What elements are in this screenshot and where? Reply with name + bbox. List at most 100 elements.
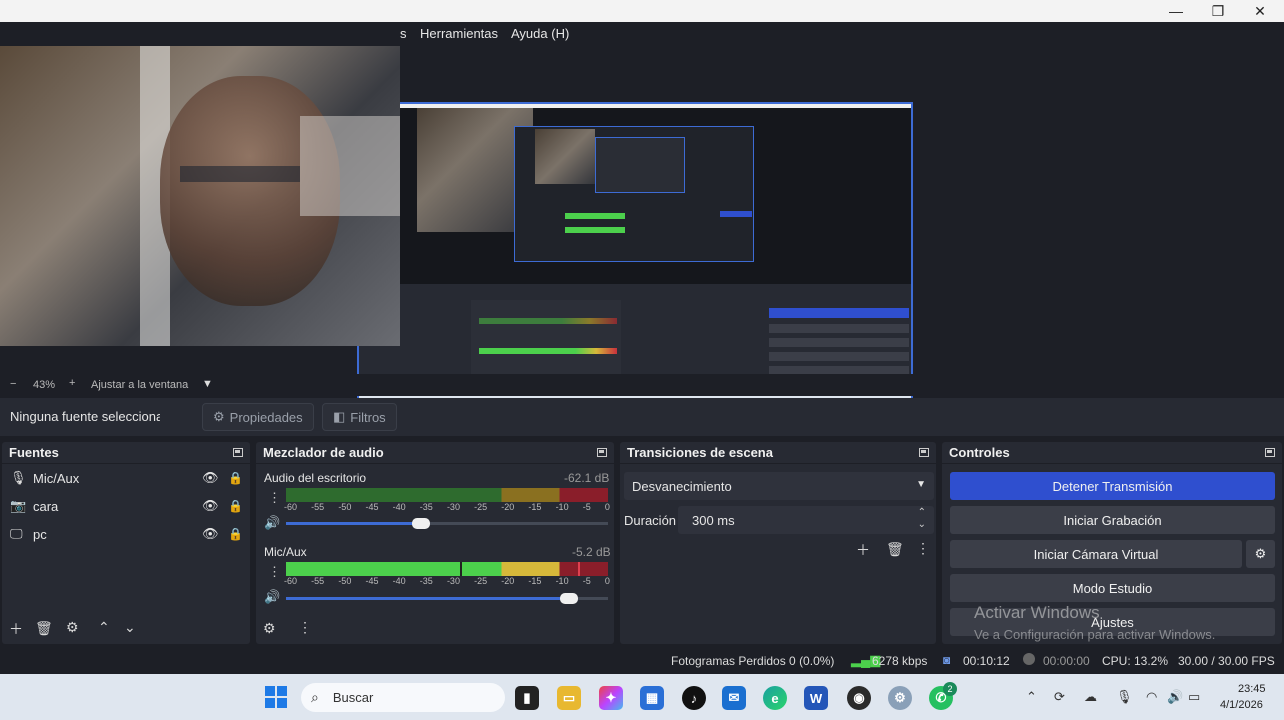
stream-icon: ◙ (943, 653, 951, 667)
channel-menu-icon[interactable]: ⋮ (268, 564, 281, 580)
move-up-icon[interactable]: ⌃ (98, 619, 110, 636)
channel-name-desktop: Audio del escritorio (264, 471, 367, 485)
windows-start-icon[interactable] (265, 686, 287, 708)
activate-windows-watermark: Activar Windows (974, 603, 1100, 622)
visibility-eye-icon[interactable]: 👁 (202, 470, 219, 486)
undock-icon[interactable] (919, 448, 929, 457)
volume-slider-desktop[interactable] (286, 518, 608, 529)
scene-transitions-dock: Transiciones de escena Desvanecimiento ▼… (620, 442, 936, 644)
store-icon[interactable]: ▦ (640, 686, 664, 710)
meter-desktop (286, 488, 608, 502)
source-item-pc[interactable]: 🖵 pc 👁 🔒 (2, 520, 250, 548)
maximize-button[interactable]: ❐ (1196, 0, 1240, 22)
source-toolbar: Ninguna fuente seleccionada ⚙Propiedades… (0, 398, 1284, 436)
channel-menu-icon[interactable]: ⋮ (268, 490, 281, 506)
cpu-usage: CPU: 13.2% (1102, 654, 1169, 668)
visibility-eye-icon[interactable]: 👁 (202, 498, 219, 514)
start-virtual-camera-button[interactable]: Iniciar Cámara Virtual (950, 540, 1242, 568)
stepper-icon[interactable]: ⌃ ⌄ (918, 507, 926, 531)
properties-button[interactable]: ⚙ Propiedades (202, 403, 314, 431)
show-hidden-icons-chevron-icon[interactable]: ⌃ (1026, 689, 1037, 705)
clock-date[interactable]: 4/1/2026 (1220, 699, 1263, 711)
undock-icon[interactable] (233, 448, 243, 457)
preview-canvas[interactable] (0, 46, 1284, 414)
source-item-micaux[interactable]: 🎙 Mic/Aux 👁 🔒 (2, 464, 250, 492)
outlook-icon[interactable]: ✉ (722, 686, 746, 710)
edge-icon[interactable]: e (763, 686, 787, 710)
microphone-icon: 🎙 (10, 470, 27, 485)
slider-handle[interactable] (412, 518, 431, 529)
trash-icon[interactable]: 🗑 (35, 620, 53, 637)
move-down-icon[interactable]: ⌄ (124, 619, 136, 636)
zoom-dropdown-arrow[interactable]: ▼ (202, 378, 213, 390)
menu-tools[interactable]: Herramientas (420, 26, 498, 41)
file-explorer-icon[interactable]: ▭ (557, 686, 581, 710)
slider-handle[interactable] (560, 593, 579, 604)
undock-icon[interactable] (1265, 448, 1275, 457)
settings-gear-icon[interactable]: ⚙ (888, 686, 912, 710)
windows-taskbar: ⌕ Buscar ▮ ▭ ✦ ▦ ♪ ✉ e W ◉ ⚙ ✆ 2 ⌃ ⟳ ☁ 🎙… (0, 674, 1284, 720)
menu-help[interactable]: Ayuda (H) (511, 26, 569, 41)
menu-partial[interactable]: s (400, 26, 407, 41)
visibility-eye-icon[interactable]: 👁 (202, 526, 219, 542)
add-source-button[interactable]: ＋ (9, 619, 23, 639)
source-item-cara[interactable]: 📷 cara 👁 🔒 (2, 492, 250, 520)
close-button[interactable]: ✕ (1238, 0, 1282, 22)
menu-bar: s Herramientas Ayuda (H) (0, 22, 1284, 46)
add-transition-button[interactable]: ＋ (856, 540, 870, 560)
lock-icon[interactable]: 🔒 (228, 471, 243, 485)
tiktok-icon[interactable]: ♪ (682, 686, 706, 710)
screen-capture-preview (357, 102, 913, 414)
stop-stream-button[interactable]: Detener Transmisión (950, 472, 1275, 500)
fps: 30.00 / 30.00 FPS (1178, 654, 1275, 668)
copilot-icon[interactable]: ✦ (599, 686, 623, 710)
sources-title: Fuentes (9, 445, 59, 460)
taskbar-search[interactable]: ⌕ Buscar (301, 683, 505, 712)
clock-time[interactable]: 23:45 (1238, 683, 1266, 695)
fit-to-window[interactable]: Ajustar a la ventana (91, 379, 188, 391)
task-view-icon[interactable]: ▮ (515, 686, 539, 710)
camera-icon: 📷 (10, 498, 27, 513)
controls-title: Controles (949, 445, 1010, 460)
mixer-settings-gear-icon[interactable]: ⚙ (263, 620, 276, 637)
status-bar: Fotogramas Perdidos 0 (0.0%) ▂▄▆ 6278 kb… (0, 648, 1284, 674)
monitor-icon: 🖵 (10, 526, 23, 541)
studio-mode-button[interactable]: Modo Estudio (950, 574, 1275, 602)
meter-mic (286, 562, 608, 576)
speaker-icon[interactable]: 🔊 (264, 515, 280, 531)
onedrive-icon[interactable]: ☁ (1084, 689, 1097, 705)
transition-select[interactable]: Desvanecimiento ▼ (624, 472, 934, 500)
stream-time: 00:10:12 (963, 654, 1010, 668)
virtual-camera-settings-button[interactable]: ⚙ (1246, 540, 1275, 568)
sync-icon[interactable]: ⟳ (1054, 689, 1065, 705)
volume-icon[interactable]: 🔊 (1167, 689, 1183, 705)
zoom-in-button[interactable]: + (69, 377, 75, 389)
volume-slider-mic[interactable] (286, 593, 608, 604)
record-icon (1023, 653, 1035, 665)
nested-preview (514, 126, 754, 262)
source-settings-gear-icon[interactable]: ⚙ (66, 619, 79, 636)
speaker-icon[interactable]: 🔊 (264, 589, 280, 605)
duration-input[interactable]: 300 ms ⌃ ⌄ (678, 506, 934, 534)
restore-icon: ❐ (1211, 2, 1225, 19)
audio-mixer-dock: Mezclador de audio Audio del escritorio … (256, 442, 614, 644)
channel-db-desktop: -62.1 dB (564, 471, 610, 485)
trash-icon[interactable]: 🗑 (886, 541, 904, 558)
transition-menu-icon[interactable]: ⋮ (916, 540, 930, 557)
mixer-menu-icon[interactable]: ⋮ (298, 619, 312, 636)
lock-icon[interactable]: 🔒 (228, 499, 243, 513)
battery-icon[interactable]: ▭ (1188, 689, 1200, 705)
minimize-button[interactable]: — (1154, 0, 1198, 22)
microphone-icon[interactable]: 🎙 (1116, 689, 1133, 705)
filter-icon: ◧ (333, 409, 346, 424)
lock-icon[interactable]: 🔒 (228, 527, 243, 541)
start-recording-button[interactable]: Iniciar Grabación (950, 506, 1275, 534)
undock-icon[interactable] (597, 448, 607, 457)
zoom-bar: − 43% + Ajustar a la ventana ▼ (0, 374, 1284, 396)
word-icon[interactable]: W (804, 686, 828, 710)
filters-button[interactable]: ◧ Filtros (322, 403, 397, 431)
obs-icon[interactable]: ◉ (847, 686, 871, 710)
close-icon: ✕ (1254, 2, 1266, 19)
wifi-icon[interactable]: ◠ (1146, 689, 1157, 705)
zoom-out-button[interactable]: − (10, 378, 16, 390)
